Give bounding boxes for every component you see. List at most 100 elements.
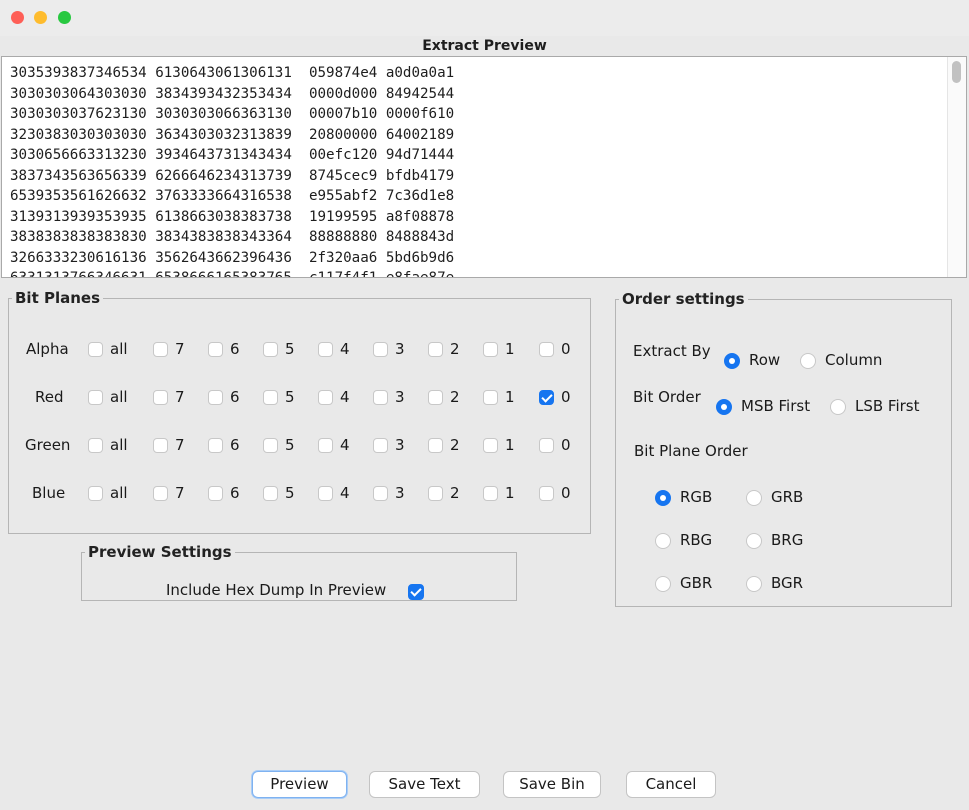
checkbox-label-red-2: 2 (450, 388, 460, 406)
bit-plane-order-rbg-radio[interactable] (655, 533, 671, 549)
checkbox-alpha-3[interactable] (373, 342, 388, 357)
checkbox-green-6[interactable] (208, 438, 223, 453)
checkbox-green-7[interactable] (153, 438, 168, 453)
order-settings-title: Order settings (622, 290, 745, 308)
checkbox-green-4[interactable] (318, 438, 333, 453)
checkbox-label-blue-all: all (110, 484, 128, 502)
checkbox-red-7[interactable] (153, 390, 168, 405)
checkbox-red-6[interactable] (208, 390, 223, 405)
scrollbar-thumb[interactable] (952, 61, 961, 83)
bit-plane-order-rgb-radio-label: RGB (680, 488, 713, 506)
preview-hex-text: 3035393837346534 6130643061306131 059874… (10, 65, 455, 278)
checkbox-label-red-1: 1 (505, 388, 515, 406)
checkbox-blue-5[interactable] (263, 486, 278, 501)
checkbox-label-green-7: 7 (175, 436, 185, 454)
checkbox-red-2[interactable] (428, 390, 443, 405)
checkbox-red-all[interactable] (88, 390, 103, 405)
checkbox-green-all[interactable] (88, 438, 103, 453)
bit-order-msb-first-radio[interactable] (716, 399, 732, 415)
checkbox-label-green-6: 6 (230, 436, 240, 454)
checkbox-label-red-all: all (110, 388, 128, 406)
bit-planes-title: Bit Planes (15, 289, 101, 307)
checkbox-alpha-6[interactable] (208, 342, 223, 357)
bit-plane-order-brg-radio[interactable] (746, 533, 762, 549)
checkbox-label-red-6: 6 (230, 388, 240, 406)
bit-order-lsb-first-radio[interactable] (830, 399, 846, 415)
checkbox-green-3[interactable] (373, 438, 388, 453)
bit-plane-order-bgr-radio[interactable] (746, 576, 762, 592)
extract-by-row-radio-label: Row (749, 351, 781, 369)
checkbox-blue-3[interactable] (373, 486, 388, 501)
save-text-button[interactable]: Save Text (369, 771, 480, 798)
checkbox-green-5[interactable] (263, 438, 278, 453)
preview-title: Extract Preview (422, 38, 547, 54)
cancel-button[interactable]: Cancel (626, 771, 716, 798)
checkbox-red-1[interactable] (483, 390, 498, 405)
checkbox-blue-7[interactable] (153, 486, 168, 501)
checkbox-label-alpha-2: 2 (450, 340, 460, 358)
checkbox-red-4[interactable] (318, 390, 333, 405)
preview-settings-title: Preview Settings (88, 543, 232, 561)
checkbox-label-green-3: 3 (395, 436, 405, 454)
checkbox-alpha-4[interactable] (318, 342, 333, 357)
bit-plane-order-grb-radio[interactable] (746, 490, 762, 506)
checkbox-label-blue-2: 2 (450, 484, 460, 502)
extract-by-row-radio[interactable] (724, 353, 740, 369)
checkbox-label-alpha-3: 3 (395, 340, 405, 358)
save-bin-button[interactable]: Save Bin (503, 771, 601, 798)
checkbox-label-blue-0: 0 (561, 484, 571, 502)
minimize-window-button[interactable] (34, 11, 47, 24)
bit-plane-order-label: Bit Plane Order (634, 442, 748, 460)
preview-button[interactable]: Preview (252, 771, 347, 798)
checkbox-blue-4[interactable] (318, 486, 333, 501)
checkbox-blue-all[interactable] (88, 486, 103, 501)
checkbox-red-0[interactable] (539, 390, 554, 405)
extract-preview-textarea[interactable]: 3035393837346534 6130643061306131 059874… (1, 56, 967, 278)
checkbox-label-alpha-all: all (110, 340, 128, 358)
bit-plane-order-bgr-radio-label: BGR (771, 574, 804, 592)
bit-plane-order-gbr-radio[interactable] (655, 576, 671, 592)
order-settings-group: Order settings Extract By Bit Order Bit … (615, 290, 952, 607)
checkbox-red-3[interactable] (373, 390, 388, 405)
bit-order-label: Bit Order (633, 388, 701, 406)
checkbox-label-blue-7: 7 (175, 484, 185, 502)
checkbox-label-blue-3: 3 (395, 484, 405, 502)
checkbox-red-5[interactable] (263, 390, 278, 405)
bitplane-row-label-red: Red (35, 388, 64, 406)
extract-by-column-radio[interactable] (800, 353, 816, 369)
extract-by-column-radio-label: Column (825, 351, 883, 369)
zoom-window-button[interactable] (58, 11, 71, 24)
checkbox-alpha-all[interactable] (88, 342, 103, 357)
checkbox-label-red-5: 5 (285, 388, 295, 406)
checkbox-label-red-7: 7 (175, 388, 185, 406)
checkbox-green-0[interactable] (539, 438, 554, 453)
checkbox-label-green-all: all (110, 436, 128, 454)
checkbox-label-alpha-7: 7 (175, 340, 185, 358)
bit-order-msb-first-radio-label: MSB First (741, 397, 811, 415)
checkbox-green-1[interactable] (483, 438, 498, 453)
checkbox-label-green-1: 1 (505, 436, 515, 454)
checkbox-blue-1[interactable] (483, 486, 498, 501)
checkbox-label-green-2: 2 (450, 436, 460, 454)
checkbox-blue-6[interactable] (208, 486, 223, 501)
checkbox-green-2[interactable] (428, 438, 443, 453)
bit-plane-order-brg-radio-label: BRG (771, 531, 804, 549)
close-window-button[interactable] (11, 11, 24, 24)
checkbox-label-blue-5: 5 (285, 484, 295, 502)
checkbox-blue-0[interactable] (539, 486, 554, 501)
checkbox-alpha-2[interactable] (428, 342, 443, 357)
checkbox-alpha-0[interactable] (539, 342, 554, 357)
checkbox-alpha-5[interactable] (263, 342, 278, 357)
bit-plane-order-gbr-radio-label: GBR (680, 574, 713, 592)
include-hex-checkbox[interactable] (408, 584, 424, 600)
checkbox-blue-2[interactable] (428, 486, 443, 501)
preview-vertical-scrollbar[interactable] (947, 57, 966, 277)
checkbox-alpha-1[interactable] (483, 342, 498, 357)
checkbox-label-alpha-0: 0 (561, 340, 571, 358)
preview-settings-group: Preview Settings Include Hex Dump In Pre… (81, 543, 517, 601)
bit-plane-order-rgb-radio[interactable] (655, 490, 671, 506)
checkbox-label-red-3: 3 (395, 388, 405, 406)
bitplane-row-label-green: Green (25, 436, 71, 454)
checkbox-alpha-7[interactable] (153, 342, 168, 357)
checkbox-label-blue-4: 4 (340, 484, 350, 502)
